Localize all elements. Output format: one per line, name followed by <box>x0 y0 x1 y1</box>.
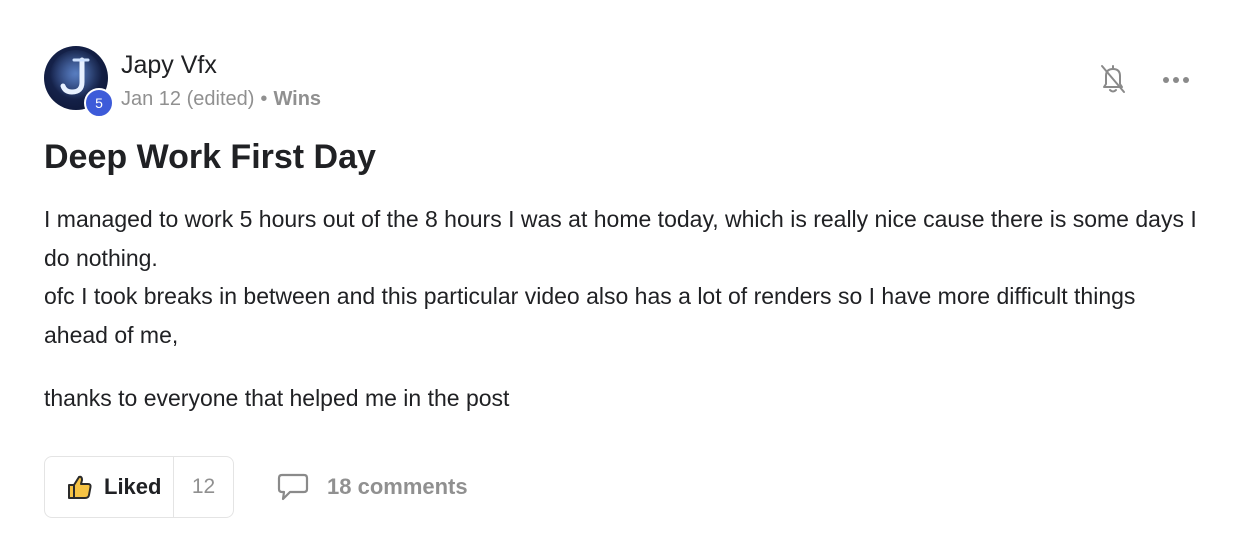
like-label: Liked <box>104 474 162 499</box>
post-title[interactable]: Deep Work First Day <box>44 138 376 177</box>
notifications-toggle-button[interactable] <box>1096 62 1130 96</box>
like-control: Liked 12 <box>44 456 234 518</box>
level-badge: 5 <box>84 88 114 118</box>
more-horizontal-icon <box>1163 77 1189 83</box>
body-paragraph: thanks to everyone that helped me in the… <box>44 385 510 411</box>
post-card: 5 Japy Vfx Jan 12 (edited) • Wins Deep Wor… <box>0 0 1250 538</box>
post-date: Jan 12 (edited) <box>121 88 255 110</box>
like-count[interactable]: 12 <box>174 457 233 517</box>
thumbs-up-icon <box>68 475 92 499</box>
body-paragraph: I managed to work 5 hours out of the 8 h… <box>44 206 1197 271</box>
author-avatar[interactable]: 5 <box>44 46 114 118</box>
post-meta: Jan 12 (edited) • Wins <box>121 88 321 111</box>
comments-label: 18 comments <box>327 474 468 499</box>
body-paragraph: ofc I took breaks in between and this pa… <box>44 283 1136 348</box>
comments-button[interactable]: 18 comments <box>277 470 468 504</box>
comment-bubble-icon <box>277 473 309 501</box>
post-category[interactable]: Wins <box>273 88 321 110</box>
more-options-button[interactable] <box>1158 66 1194 94</box>
author-name[interactable]: Japy Vfx <box>121 51 217 80</box>
like-button[interactable]: Liked <box>45 457 174 517</box>
bell-off-icon <box>1101 65 1125 93</box>
post-body: I managed to work 5 hours out of the 8 h… <box>44 200 1204 418</box>
meta-separator: • <box>260 88 268 110</box>
